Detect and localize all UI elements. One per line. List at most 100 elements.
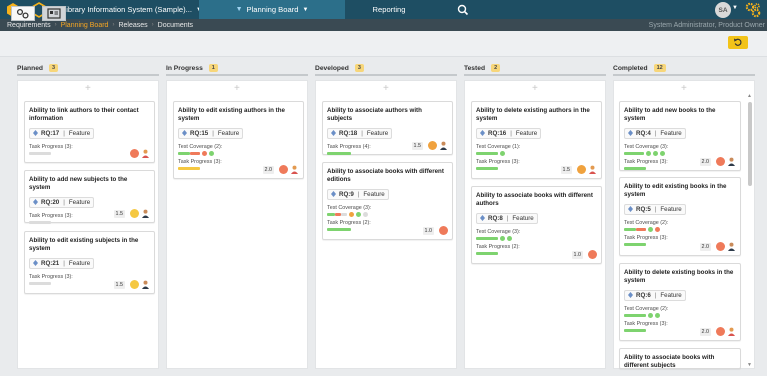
requirement-type: Feature — [515, 129, 538, 137]
owner-avatar-icon[interactable] — [141, 209, 150, 218]
card-view-button[interactable] — [42, 6, 66, 21]
nav-releases[interactable]: Releases — [118, 22, 147, 29]
column-header-completed: Completed 12 — [613, 62, 755, 76]
add-card-plus-icon[interactable]: + — [681, 83, 687, 94]
add-card-plus-icon[interactable]: + — [234, 83, 240, 94]
estimate-badge: 2.0 — [699, 242, 711, 251]
column-header-tested: Tested 2 — [464, 62, 606, 76]
chevron-down-icon: ▼ — [302, 6, 309, 13]
refresh-button[interactable] — [728, 36, 748, 49]
requirement-card[interactable]: Ability to associate books with differen… — [619, 348, 741, 369]
importance-indicator — [130, 209, 139, 218]
requirement-card[interactable]: Ability to delete existing books in the … — [619, 263, 741, 341]
task-progress-bar — [327, 151, 448, 156]
requirement-card[interactable]: Ability to associate authors with subjec… — [322, 101, 453, 155]
requirement-card[interactable]: Ability to edit existing books in the sy… — [619, 177, 741, 256]
requirement-id-chip[interactable]: RQ:17 | Feature — [29, 127, 95, 139]
test-coverage-bar — [327, 212, 448, 217]
test-coverage-label: Test Coverage (2): — [178, 144, 223, 150]
column-title: Completed — [613, 64, 648, 72]
owner-avatar-icon[interactable] — [290, 165, 299, 174]
add-card-plus-icon[interactable]: + — [85, 83, 91, 94]
requirement-card[interactable]: Ability to add new subjects to the syste… — [24, 170, 155, 224]
requirement-id-chip[interactable]: RQ:18 | Feature — [327, 127, 393, 139]
requirement-id-chip[interactable]: RQ:4 | Feature — [624, 127, 686, 139]
owner-avatar-icon[interactable] — [727, 157, 736, 166]
card-footer: 2.0 — [699, 327, 737, 336]
requirement-id-chip[interactable]: RQ:15 | Feature — [178, 127, 244, 139]
nav-requirements[interactable]: Requirements — [7, 22, 51, 29]
current-user-roles: System Administrator, Product Owner — [648, 21, 765, 29]
column-count-badge: 3 — [49, 64, 59, 72]
planning-board-menu[interactable]: ▼ Planning Board ▼ — [199, 0, 345, 19]
requirement-id-chip[interactable]: RQ:5 | Feature — [624, 203, 686, 215]
owner-avatar-icon[interactable] — [727, 242, 736, 251]
owner-avatar-icon[interactable] — [727, 327, 736, 336]
card-title: Ability to delete existing books in the … — [624, 269, 734, 284]
card-title: Ability to associate books with differen… — [327, 168, 444, 183]
estimate-badge: 1.0 — [571, 250, 583, 259]
requirement-id-chip[interactable]: RQ:8 | Feature — [476, 212, 538, 224]
board-settings-button[interactable] — [11, 6, 35, 21]
requirement-type: Feature — [660, 129, 682, 137]
requirement-card[interactable]: Ability to edit existing authors in the … — [173, 101, 304, 179]
requirement-type: Feature — [363, 190, 385, 198]
requirement-card[interactable]: Ability to delete existing authors in th… — [471, 101, 602, 179]
board-toolbar — [0, 31, 767, 57]
requirement-id-chip[interactable]: RQ:21 | Feature — [29, 257, 95, 269]
owner-avatar-icon[interactable] — [588, 165, 597, 174]
card-footer: 1.5 — [113, 209, 151, 218]
card-title: Ability to add new subjects to the syste… — [29, 176, 128, 191]
breadcrumb-nav: Requirements › Planning Board › Releases… — [0, 19, 767, 31]
requirement-card[interactable]: Ability to associate books with differen… — [471, 186, 602, 264]
requirement-card[interactable]: Ability to associate books with differen… — [322, 162, 453, 240]
user-avatar[interactable]: SA — [715, 2, 731, 18]
scroll-down-arrow-icon[interactable]: ▼ — [747, 362, 752, 368]
requirement-card[interactable]: Ability to edit existing subjects in the… — [24, 231, 155, 294]
gear-icon[interactable] — [744, 1, 762, 19]
test-coverage-bar — [624, 227, 736, 232]
requirement-id-chip[interactable]: RQ:6 | Feature — [624, 289, 686, 301]
estimate-badge: 2.0 — [699, 157, 711, 166]
separator-icon: › — [54, 22, 57, 28]
task-progress-bar — [624, 166, 736, 171]
card-footer: 2.0 — [699, 242, 737, 251]
nav-planning-board[interactable]: Planning Board — [61, 22, 109, 29]
requirement-type: Feature — [660, 205, 682, 213]
requirement-icon — [480, 215, 485, 221]
importance-indicator — [716, 157, 725, 166]
add-card-plus-icon[interactable]: + — [383, 83, 389, 94]
owner-avatar-icon[interactable] — [141, 149, 150, 158]
requirement-id-chip[interactable]: RQ:16 | Feature — [476, 127, 542, 139]
requirement-id: RQ:6 — [636, 291, 651, 299]
nav-documents[interactable]: Documents — [158, 22, 193, 29]
card-footer: 1.5 — [560, 165, 598, 174]
project-selector[interactable]: Library Information System (Sample)... ▼ — [62, 0, 210, 19]
card-title: Ability to add new books to the system — [624, 107, 716, 122]
filter-icon: ▼ — [235, 6, 243, 13]
scroll-up-arrow-icon[interactable]: ▲ — [747, 93, 752, 99]
test-coverage-bar — [476, 236, 597, 241]
requirement-id: RQ:4 — [636, 129, 651, 137]
add-card-plus-icon[interactable]: + — [532, 83, 538, 94]
importance-indicator — [130, 149, 139, 158]
requirement-card[interactable]: Ability to link authors to their contact… — [24, 101, 155, 163]
card-footer: 1.5 — [113, 280, 151, 289]
requirement-card[interactable]: Ability to add new books to the system R… — [619, 101, 741, 171]
importance-indicator — [130, 280, 139, 289]
requirement-id: RQ:15 — [190, 129, 209, 137]
requirement-icon — [182, 130, 187, 136]
requirement-icon — [33, 199, 38, 205]
search-icon[interactable] — [455, 2, 471, 18]
requirement-id-chip[interactable]: RQ:9 | Feature — [327, 188, 389, 200]
requirement-id-chip[interactable]: RQ:20 | Feature — [29, 196, 95, 208]
owner-avatar-icon[interactable] — [439, 141, 448, 150]
owner-avatar-icon[interactable] — [141, 280, 150, 289]
chevron-down-icon[interactable]: ▼ — [732, 5, 738, 11]
importance-indicator — [439, 226, 448, 235]
scrollbar-thumb[interactable] — [748, 102, 752, 186]
task-progress-label: Task Progress (3): — [624, 235, 668, 241]
reporting-menu[interactable]: Reporting — [345, 0, 433, 19]
estimate-badge: 1.5 — [113, 280, 125, 289]
test-coverage-bar — [476, 151, 597, 156]
